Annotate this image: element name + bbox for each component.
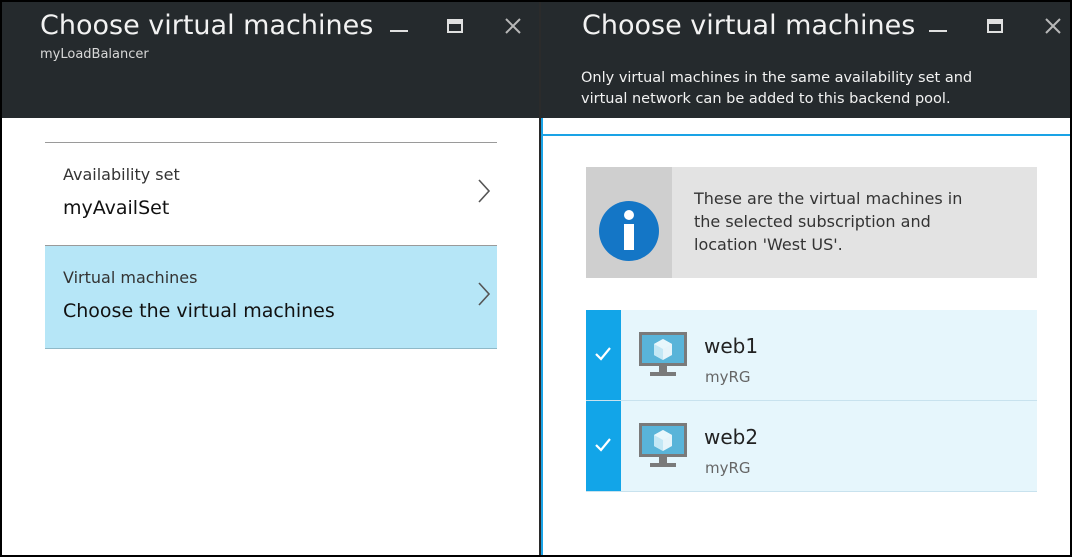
chevron-right-icon [478,282,491,306]
virtual-machines-label: Virtual machines [63,268,198,287]
left-blade-header: Choose virtual machines myLoadBalancer [2,2,539,118]
vm-checkbox[interactable] [586,310,621,400]
vm-name: web1 [704,334,759,358]
virtual-machine-icon [639,423,687,467]
blade-edge-accent [541,118,543,555]
left-blade-title: Choose virtual machines [40,10,374,41]
checkmark-icon [595,347,611,361]
loading-bar [541,134,1070,136]
vm-checkbox[interactable] [586,401,621,491]
chevron-right-icon [478,179,491,203]
description-line: Only virtual machines in the same availa… [581,70,973,86]
info-icon-area [586,167,672,278]
virtual-machines-item[interactable]: Virtual machines Choose the virtual mach… [45,246,497,348]
availability-set-label: Availability set [63,165,180,184]
minimize-icon[interactable] [926,14,950,38]
vm-name: web2 [704,425,759,449]
left-blade-subtitle: myLoadBalancer [40,47,149,62]
vm-resource-group: myRG [705,368,751,386]
left-blade: Choose virtual machines myLoadBalancer A… [2,2,539,555]
close-icon[interactable] [501,14,525,38]
info-icon [599,201,659,261]
minimize-icon[interactable] [387,14,411,38]
availability-set-value: myAvailSet [63,197,170,219]
description-line: virtual network can be added to this bac… [581,91,951,107]
vm-row[interactable]: web1 myRG [586,310,1037,401]
checkmark-icon [595,438,611,452]
vm-row[interactable]: web2 myRG [586,401,1037,492]
info-line: the selected subscription and [694,212,931,231]
close-icon[interactable] [1041,14,1065,38]
right-blade-header: Choose virtual machines Only virtual mac… [541,2,1070,118]
info-box: These are the virtual machines in the se… [586,167,1037,278]
virtual-machine-icon [639,332,687,376]
availability-set-item[interactable]: Availability set myAvailSet [45,143,497,245]
info-line: location 'West US'. [694,235,843,254]
right-blade-title: Choose virtual machines [582,10,916,41]
vm-resource-group: myRG [705,459,751,477]
list-divider [45,348,497,349]
virtual-machines-value: Choose the virtual machines [63,300,335,322]
right-blade-description: Only virtual machines in the same availa… [581,68,972,110]
info-line: These are the virtual machines in [694,189,963,208]
maximize-icon[interactable] [983,14,1007,38]
maximize-icon[interactable] [443,14,467,38]
right-blade: Choose virtual machines Only virtual mac… [541,2,1070,555]
info-text: These are the virtual machines in the se… [694,187,1014,256]
